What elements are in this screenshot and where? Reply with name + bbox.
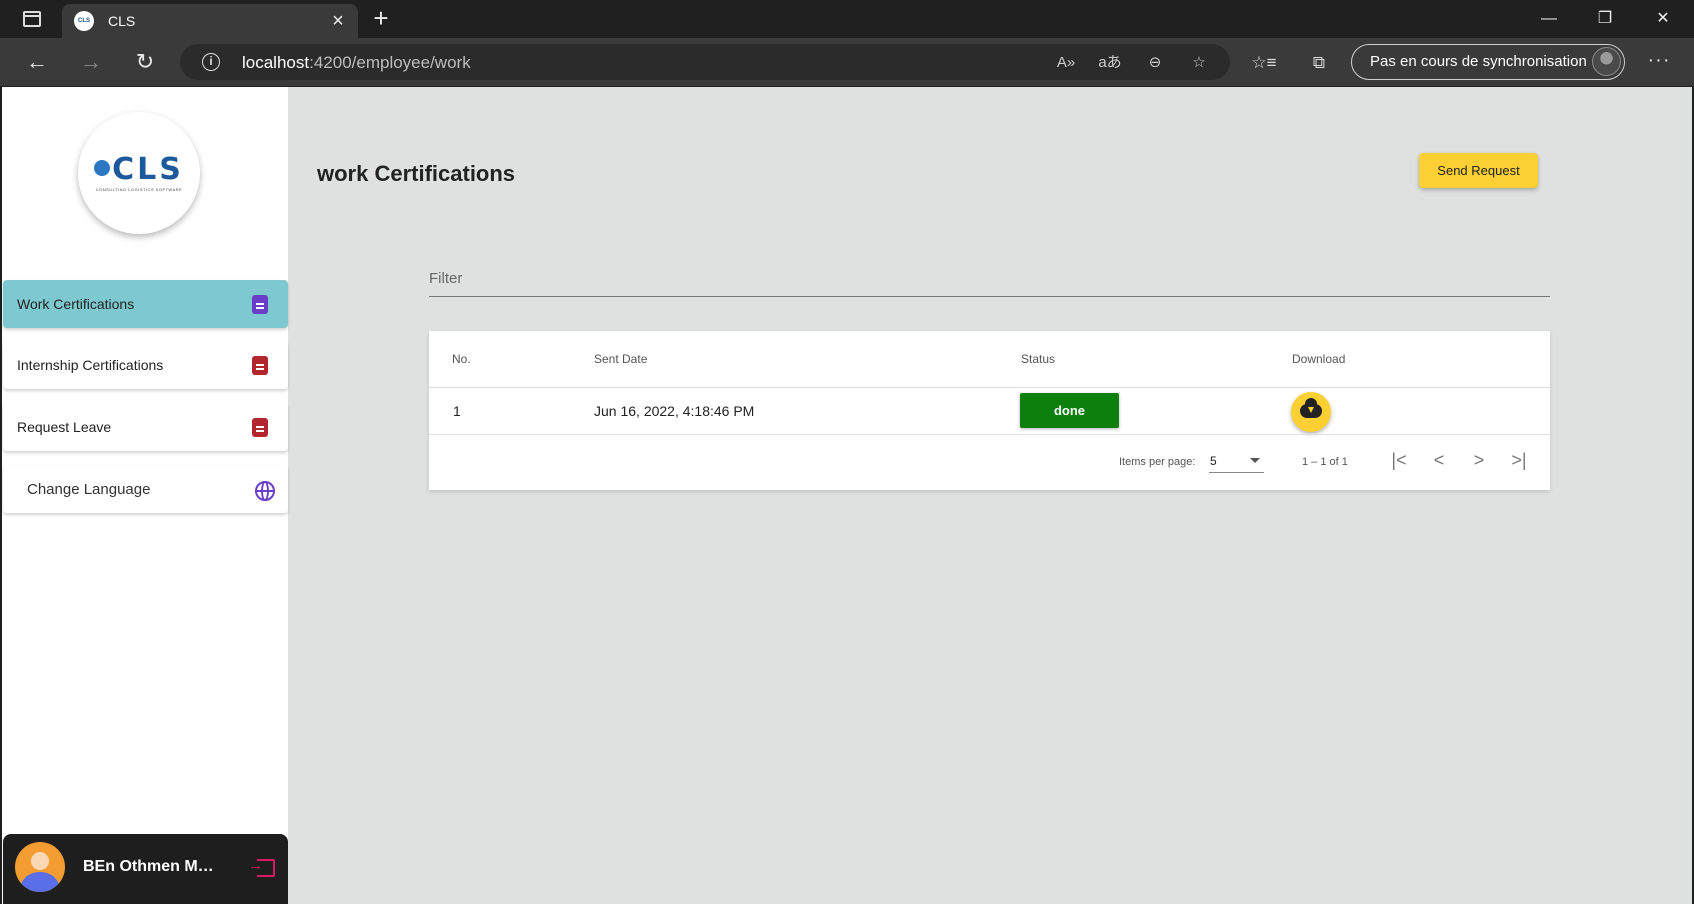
- browser-tab[interactable]: CLS CLS ×: [62, 4, 358, 38]
- avatar: [15, 842, 65, 892]
- main-content: work Certifications Send Request Filter …: [288, 87, 1692, 904]
- profile-sync-button[interactable]: Pas en cours de synchronisation: [1351, 44, 1625, 80]
- sidebar-item-label: Request Leave: [17, 419, 112, 435]
- header-divider: [429, 387, 1550, 388]
- column-header-no[interactable]: No.: [452, 352, 471, 366]
- profile-avatar-icon: [1592, 47, 1621, 76]
- row-divider: [429, 434, 1550, 435]
- previous-page-icon[interactable]: <: [1425, 449, 1453, 473]
- tab-close-icon[interactable]: ×: [326, 9, 350, 33]
- translate-icon[interactable]: aあ: [1098, 52, 1122, 74]
- url-host: localhost: [242, 53, 310, 72]
- page-size-value: 5: [1210, 454, 1217, 468]
- tab-actions-icon[interactable]: [18, 8, 46, 30]
- download-button[interactable]: [1291, 392, 1331, 432]
- add-favorite-icon[interactable]: ☆: [1187, 52, 1211, 74]
- read-aloud-icon[interactable]: A»: [1054, 52, 1078, 74]
- sidebar: CLS CONSULTING LOGISTICS SOFTWARE Work C…: [2, 87, 288, 904]
- certifications-table: No. Sent Date Status Download 1 Jun 16, …: [429, 331, 1550, 490]
- document-icon: [252, 356, 268, 375]
- sidebar-item-change-language[interactable]: Change Language: [3, 465, 288, 513]
- send-request-button[interactable]: Send Request: [1419, 153, 1538, 188]
- sync-label: Pas en cours de synchronisation: [1370, 53, 1587, 70]
- zoom-out-icon[interactable]: ⊖: [1143, 52, 1167, 74]
- cell-no: 1: [453, 403, 461, 419]
- logo-mark: CLS: [94, 151, 184, 187]
- company-logo: CLS CONSULTING LOGISTICS SOFTWARE: [78, 112, 200, 234]
- page-title: work Certifications: [317, 161, 516, 186]
- last-page-icon[interactable]: >|: [1505, 449, 1533, 473]
- collections-icon[interactable]: ⧉: [1306, 51, 1332, 75]
- url-text[interactable]: localhost:4200/employee/work: [242, 53, 471, 73]
- new-tab-icon[interactable]: +: [366, 4, 396, 34]
- favorites-icon[interactable]: ☆≡: [1251, 51, 1277, 75]
- logo-subtext: CONSULTING LOGISTICS SOFTWARE: [95, 186, 183, 192]
- sidebar-item-label: Internship Certifications: [17, 357, 164, 373]
- logout-icon[interactable]: [248, 857, 275, 877]
- tab-favicon-icon: CLS: [74, 11, 94, 31]
- restore-icon[interactable]: ❐: [1580, 4, 1630, 34]
- next-page-icon[interactable]: >: [1465, 449, 1493, 473]
- column-header-status[interactable]: Status: [1021, 352, 1055, 366]
- logo-globe-icon: [94, 159, 111, 176]
- more-icon[interactable]: ···: [1644, 48, 1674, 76]
- status-badge: done: [1020, 393, 1119, 428]
- address-toolbar: ← → ↻ i localhost:4200/employee/work A» …: [0, 38, 1694, 86]
- user-card: BEn Othmen Mohamed: [3, 834, 288, 904]
- tab-title: CLS: [108, 13, 136, 29]
- page-size-select[interactable]: 5: [1209, 448, 1264, 473]
- sidebar-item-work-certifications[interactable]: Work Certifications: [3, 280, 288, 328]
- site-info-icon[interactable]: i: [202, 53, 220, 71]
- sidebar-item-internship-certifications[interactable]: Internship Certifications: [3, 341, 288, 389]
- cloud-download-icon: [1300, 398, 1322, 418]
- filter-placeholder: Filter: [429, 270, 463, 287]
- minimize-icon[interactable]: —: [1524, 4, 1574, 34]
- chevron-down-icon: [1250, 458, 1260, 463]
- document-icon: [252, 418, 268, 437]
- user-name: BEn Othmen Mohamed: [83, 858, 223, 875]
- window-close-icon[interactable]: ✕: [1638, 4, 1688, 34]
- forward-icon[interactable]: →: [75, 48, 107, 76]
- document-icon: [252, 295, 268, 314]
- logo-text: CLS: [112, 151, 184, 187]
- sidebar-item-label: Work Certifications: [17, 296, 135, 312]
- items-per-page-label: Items per page:: [1119, 456, 1196, 468]
- address-bar[interactable]: i localhost:4200/employee/work A» aあ ⊖ ☆: [180, 44, 1230, 80]
- sidebar-item-label: Change Language: [27, 481, 151, 498]
- cell-sent-date: Jun 16, 2022, 4:18:46 PM: [594, 403, 755, 419]
- sidebar-item-request-leave[interactable]: Request Leave: [3, 403, 288, 451]
- url-path: :4200/employee/work: [309, 53, 471, 72]
- column-header-download[interactable]: Download: [1292, 352, 1345, 366]
- back-icon[interactable]: ←: [21, 48, 53, 76]
- globe-icon: [255, 481, 275, 501]
- filter-input[interactable]: Filter: [429, 257, 1550, 297]
- page-range-label: 1 – 1 of 1: [1302, 456, 1348, 468]
- reload-icon[interactable]: ↻: [129, 48, 161, 76]
- first-page-icon[interactable]: |<: [1385, 449, 1413, 473]
- app-root: CLS CONSULTING LOGISTICS SOFTWARE Work C…: [2, 87, 1692, 904]
- browser-tabbar: CLS CLS × + — ❐ ✕: [0, 0, 1694, 38]
- column-header-sent-date[interactable]: Sent Date: [594, 352, 647, 366]
